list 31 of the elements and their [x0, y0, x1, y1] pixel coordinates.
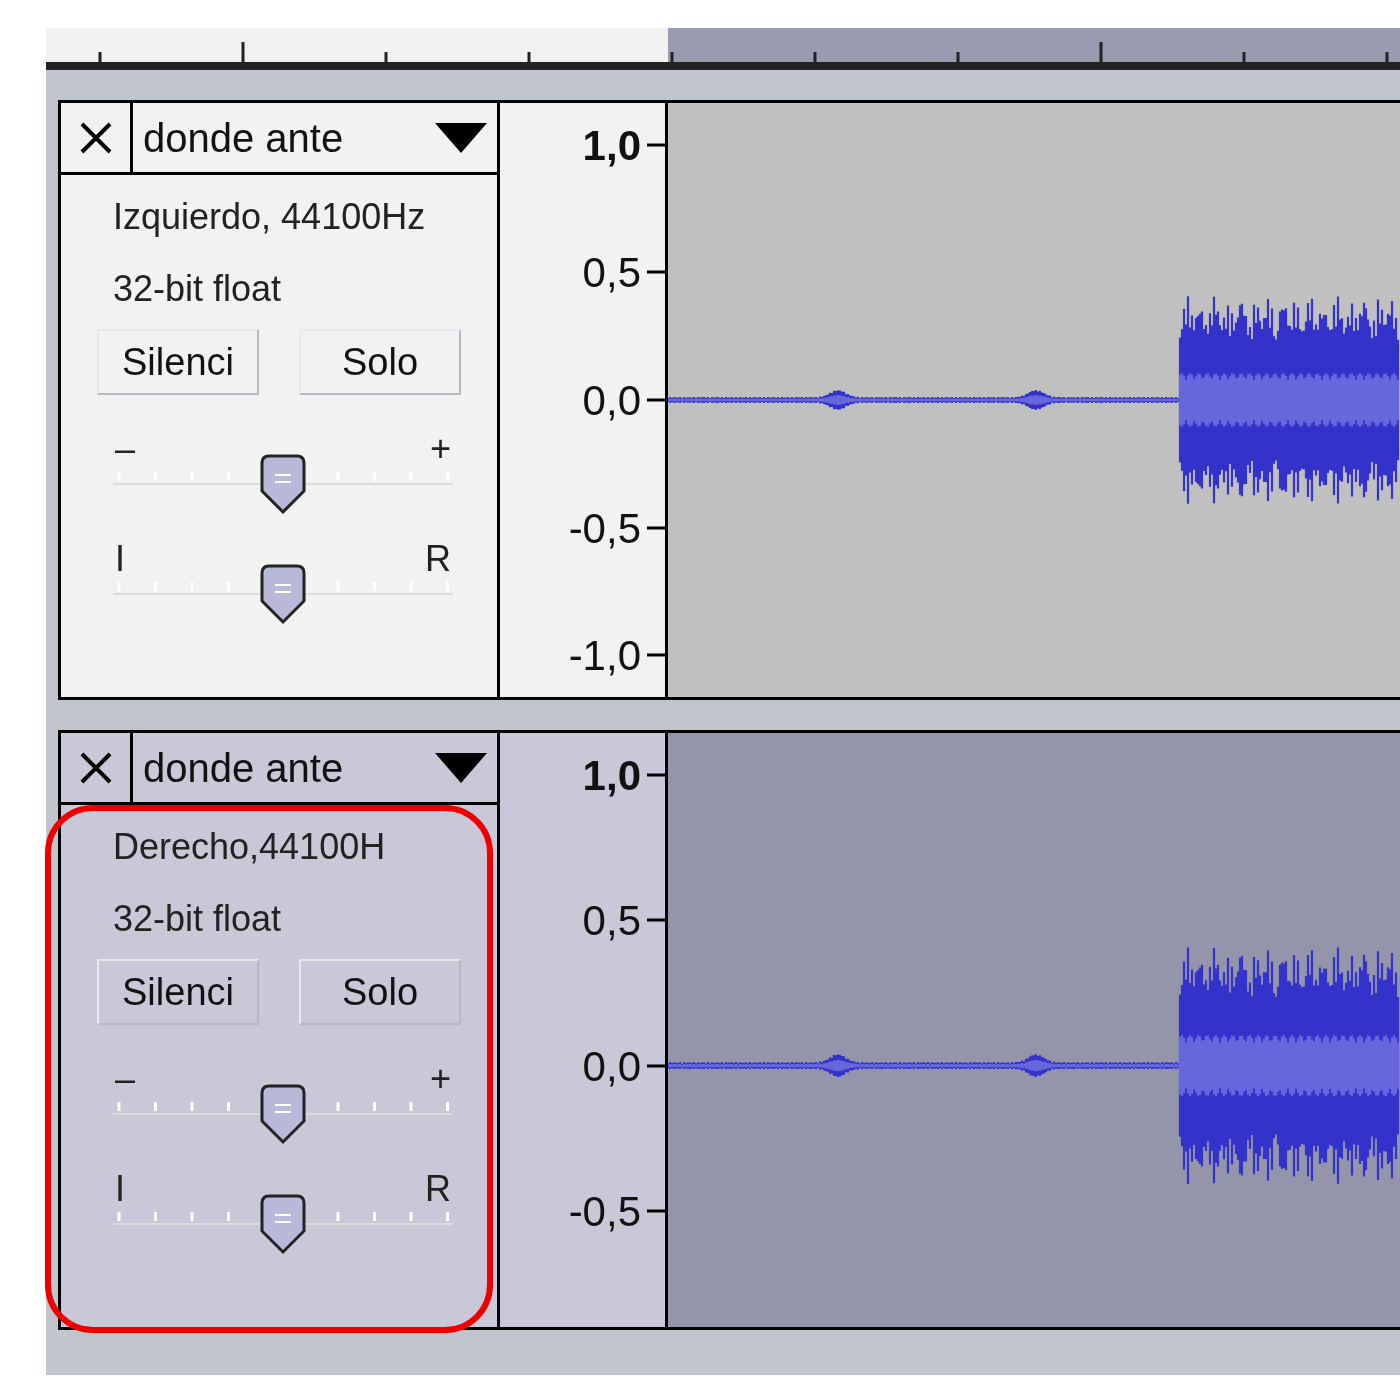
scale-label: 0,0 — [582, 1041, 641, 1092]
scale-label: 1,0 — [582, 120, 641, 171]
track-button[interactable]: Silenci — [97, 329, 259, 395]
scale-label: -0,5 — [568, 1186, 641, 1237]
slider-thumb[interactable] — [258, 1083, 308, 1145]
track-button[interactable]: Silenci — [97, 959, 259, 1025]
dropdown-arrow-icon — [435, 752, 487, 783]
scale-label: -0,5 — [568, 503, 641, 554]
scale-label: 0,5 — [582, 895, 641, 946]
slider-min-label: – — [115, 1059, 136, 1099]
scale-label: 0,5 — [582, 247, 641, 298]
track-button[interactable]: Solo — [299, 959, 461, 1025]
track-button[interactable]: Solo — [299, 329, 461, 395]
slider-min-label: I — [115, 539, 125, 579]
track-info-text: Derecho,44100H — [113, 825, 387, 869]
slider-thumb[interactable] — [258, 563, 308, 625]
slider-max-label: + — [429, 429, 451, 469]
slider-thumb[interactable] — [258, 1193, 308, 1255]
slider-max-label: R — [425, 539, 451, 579]
slider-min-label: – — [115, 429, 136, 469]
slider-thumb[interactable] — [258, 453, 308, 515]
scale-label: -1,0 — [568, 630, 641, 681]
slider-min-label: I — [115, 1169, 125, 1209]
slider-max-label: R — [425, 1169, 451, 1209]
dropdown-arrow-icon — [435, 122, 487, 153]
scale-label: 1,0 — [582, 750, 641, 801]
scale-label: 0,0 — [582, 375, 641, 426]
track-info-text: 32-bit float — [113, 897, 283, 941]
track-info-text: Izquierdo, 44100Hz — [113, 195, 427, 239]
track-info-text: 32-bit float — [113, 267, 283, 311]
slider-max-label: + — [429, 1059, 451, 1099]
